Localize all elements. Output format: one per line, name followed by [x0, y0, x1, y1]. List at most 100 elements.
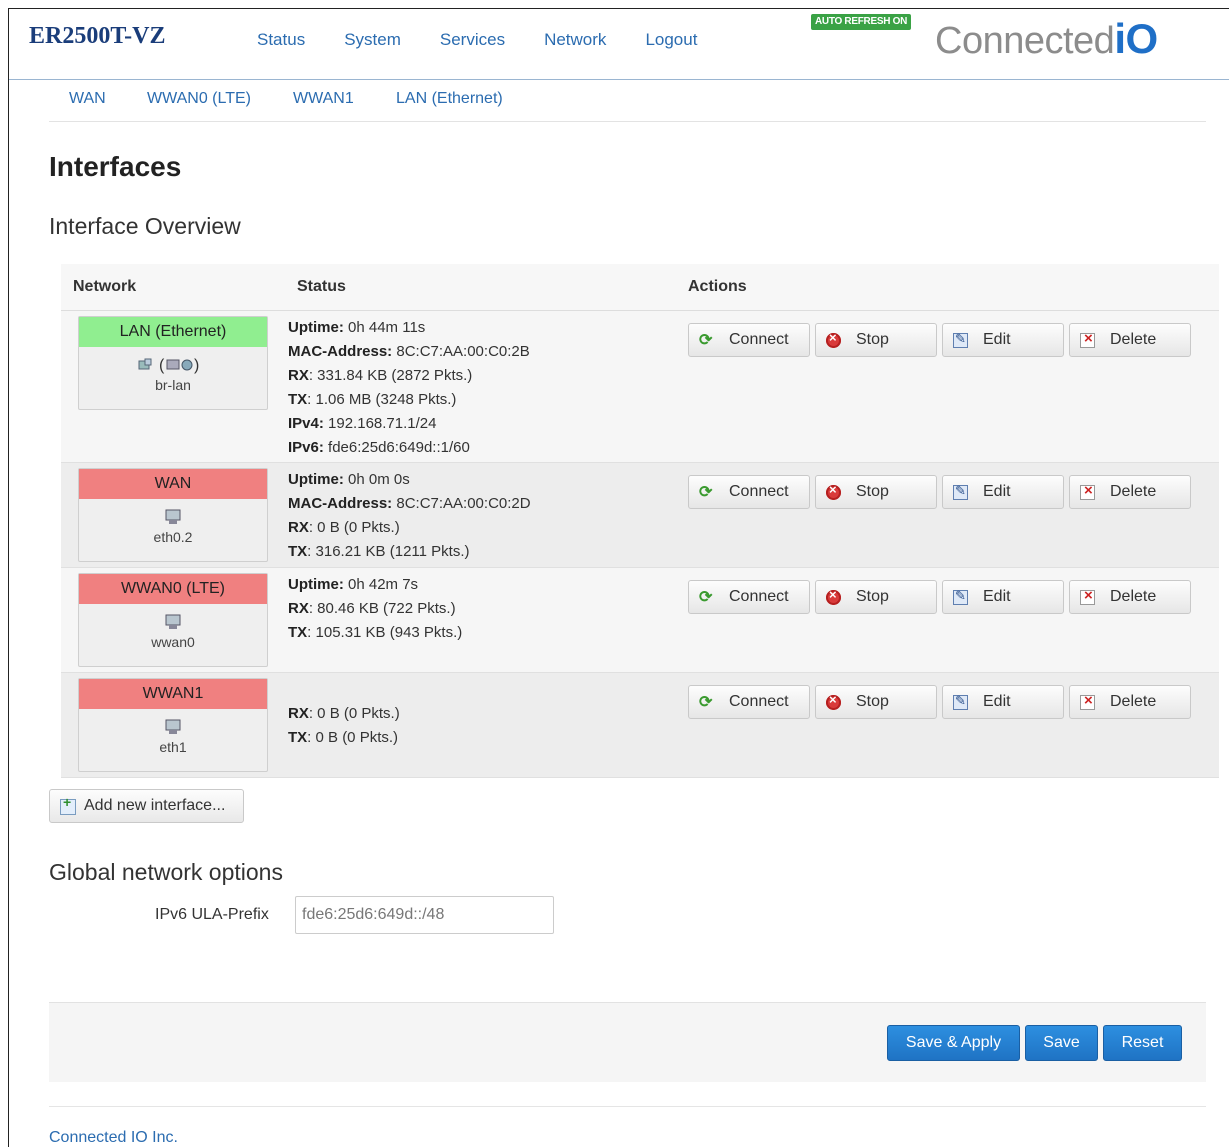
edit-label: Edit	[983, 588, 1011, 605]
delete-button[interactable]: Delete	[1069, 475, 1191, 509]
bridge-icon: ()	[79, 355, 267, 377]
connect-label: Connect	[729, 693, 789, 710]
stop-button[interactable]: Stop	[815, 580, 937, 614]
status-value: 8C:C7:AA:00:C0:2B	[392, 343, 530, 360]
connect-button[interactable]: ⟳ Connect	[688, 580, 810, 614]
reset-button[interactable]: Reset	[1103, 1025, 1182, 1061]
status-line: TX: 0 B (0 Pkts.)	[288, 726, 400, 750]
status-value: : 0 B (0 Pkts.)	[308, 519, 400, 536]
add-interface-button[interactable]: Add new interface...	[49, 789, 244, 823]
status-line: RX: 0 B (0 Pkts.)	[288, 516, 531, 540]
connect-button[interactable]: ⟳ Connect	[688, 685, 810, 719]
status-key: MAC-Address:	[288, 343, 393, 360]
footer-divider	[49, 1106, 1206, 1107]
status-line: RX: 80.46 KB (722 Pkts.)	[288, 597, 462, 621]
nav-system[interactable]: System	[344, 30, 401, 50]
status-line: RX: 0 B (0 Pkts.)	[288, 702, 400, 726]
auto-refresh-badge[interactable]: AUTO REFRESH ON	[811, 14, 911, 30]
connect-label: Connect	[729, 483, 789, 500]
status-line: RX: 331.84 KB (2872 Pkts.)	[288, 364, 530, 388]
save-apply-button[interactable]: Save & Apply	[887, 1025, 1020, 1061]
svg-text:(: (	[159, 357, 165, 374]
col-actions: Actions	[688, 278, 747, 295]
table-header: Network Status Actions	[61, 264, 1219, 311]
network-name: WWAN0 (LTE)	[79, 574, 267, 604]
connectedio-logo: ConnectediO	[935, 15, 1158, 63]
page-frame: ER2500T-VZ Status System Services Networ…	[8, 8, 1229, 1147]
tab-wan[interactable]: WAN	[69, 90, 106, 108]
status-key: IPv6:	[288, 439, 324, 456]
delete-button[interactable]: Delete	[1069, 685, 1191, 719]
status-line: TX: 1.06 MB (3248 Pkts.)	[288, 388, 530, 412]
network-name: WWAN1	[79, 679, 267, 709]
network-name: LAN (Ethernet)	[79, 317, 267, 347]
global-options-title: Global network options	[49, 859, 283, 885]
network-badge[interactable]: WWAN1 eth1	[78, 678, 268, 772]
connect-icon: ⟳	[699, 589, 713, 606]
stop-label: Stop	[856, 588, 889, 605]
status-value: : 316.21 KB (1211 Pkts.)	[307, 543, 470, 560]
status-line: Uptime: 0h 44m 11s	[288, 316, 530, 340]
stop-button[interactable]: Stop	[815, 475, 937, 509]
ethernet-port-icon	[79, 717, 267, 739]
status-key: IPv4:	[288, 415, 324, 432]
ula-prefix-input[interactable]	[295, 896, 554, 934]
network-badge[interactable]: LAN (Ethernet) () br-lan	[78, 316, 268, 410]
status-value: 8C:C7:AA:00:C0:2D	[392, 495, 531, 512]
row-actions: ⟳ Connect Stop Edit Delete	[688, 580, 1196, 614]
status-key: RX	[288, 705, 309, 722]
edit-icon	[953, 588, 968, 605]
edit-button[interactable]: Edit	[942, 685, 1064, 719]
delete-label: Delete	[1110, 693, 1157, 710]
edit-button[interactable]: Edit	[942, 580, 1064, 614]
tab-wwan1[interactable]: WWAN1	[293, 90, 354, 108]
status-line: MAC-Address: 8C:C7:AA:00:C0:2D	[288, 492, 531, 516]
edit-button[interactable]: Edit	[942, 475, 1064, 509]
status-value: : 0 B (0 Pkts.)	[308, 705, 400, 722]
edit-button[interactable]: Edit	[942, 323, 1064, 357]
stop-icon	[826, 587, 841, 605]
delete-button[interactable]: Delete	[1069, 580, 1191, 614]
section-title: Interface Overview	[49, 213, 241, 239]
delete-label: Delete	[1110, 588, 1157, 605]
add-icon	[60, 794, 76, 815]
delete-button[interactable]: Delete	[1069, 323, 1191, 357]
status-value: 0h 0m 0s	[343, 471, 410, 488]
status-line: Uptime: 0h 0m 0s	[288, 468, 531, 492]
status-key: TX	[288, 391, 308, 408]
network-badge[interactable]: WWAN0 (LTE) wwan0	[78, 573, 268, 667]
status-line: TX: 105.31 KB (943 Pkts.)	[288, 621, 462, 645]
status-value: : 80.46 KB (722 Pkts.)	[308, 600, 456, 617]
device-name: eth0.2	[153, 529, 193, 545]
connect-icon: ⟳	[699, 332, 713, 349]
status-key: TX	[288, 624, 308, 641]
nav-network[interactable]: Network	[544, 30, 606, 50]
stop-button[interactable]: Stop	[815, 685, 937, 719]
status-key: Uptime:	[288, 576, 344, 593]
tab-wwan0-lte[interactable]: WWAN0 (LTE)	[147, 90, 251, 108]
network-badge[interactable]: WAN eth0.2	[78, 468, 268, 562]
interface-tabs: WAN WWAN0 (LTE) WWAN1 LAN (Ethernet)	[49, 80, 1206, 122]
connect-button[interactable]: ⟳ Connect	[688, 475, 810, 509]
device-name: br-lan	[155, 377, 191, 393]
form-actions-bar: Save & Apply Save Reset	[49, 1002, 1206, 1082]
nav-logout[interactable]: Logout	[645, 30, 697, 50]
status-value: 192.168.71.1/24	[323, 415, 437, 432]
delete-icon	[1080, 692, 1095, 710]
status-line: MAC-Address: 8C:C7:AA:00:C0:2B	[288, 340, 530, 364]
edit-label: Edit	[983, 483, 1011, 500]
tab-lan-ethernet[interactable]: LAN (Ethernet)	[396, 90, 503, 108]
status-value: fde6:25d6:649d::1/60	[323, 439, 470, 456]
svg-text:): )	[194, 357, 199, 374]
add-interface-label: Add new interface...	[84, 797, 226, 814]
status-value: 0h 42m 7s	[343, 576, 419, 593]
interface-table: Network Status Actions LAN (Ethernet) () b…	[61, 264, 1219, 778]
nav-services[interactable]: Services	[440, 30, 505, 50]
status-key: TX	[288, 729, 308, 746]
stop-button[interactable]: Stop	[815, 323, 937, 357]
nav-status[interactable]: Status	[257, 30, 305, 50]
connect-button[interactable]: ⟳ Connect	[688, 323, 810, 357]
footer-company-link[interactable]: Connected IO Inc.	[49, 1129, 178, 1147]
status-key: RX	[288, 367, 309, 384]
save-button[interactable]: Save	[1025, 1025, 1098, 1061]
